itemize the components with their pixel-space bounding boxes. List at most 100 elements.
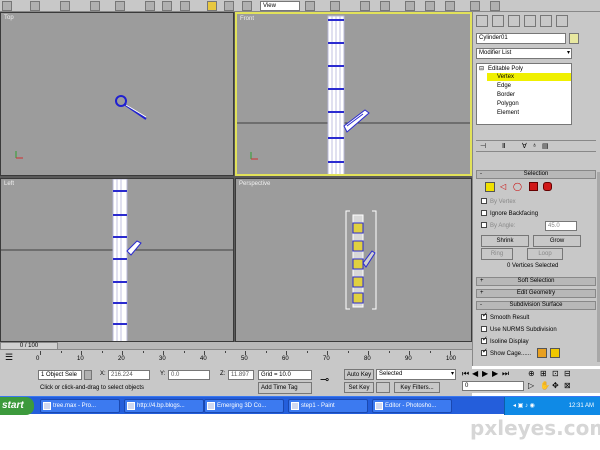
tray-icons[interactable]: ◂ ▣ ♪ ◉ bbox=[513, 397, 535, 415]
rollout-selection[interactable]: - Selection bbox=[476, 170, 596, 179]
viewport-front[interactable]: Front bbox=[235, 12, 472, 176]
mirror-icon[interactable] bbox=[360, 1, 370, 11]
vertex-mode-icon[interactable] bbox=[485, 182, 495, 192]
orbit-icon[interactable]: ✥ bbox=[552, 381, 559, 390]
smooth-result-checkbox[interactable]: Smooth Result bbox=[481, 312, 529, 322]
time-slider-thumb[interactable]: 0 / 100 bbox=[0, 342, 58, 350]
key-filters-button[interactable]: Key Filters... bbox=[394, 382, 440, 393]
next-frame-icon[interactable]: ▶ bbox=[492, 369, 498, 378]
stack-item-polygon[interactable]: Polygon bbox=[497, 100, 519, 108]
modify-tab-icon[interactable] bbox=[492, 15, 504, 27]
stack-item-vertex[interactable]: Vertex bbox=[497, 73, 514, 81]
create-tab-icon[interactable] bbox=[476, 15, 488, 27]
align-icon[interactable] bbox=[380, 1, 390, 11]
set-key-button[interactable]: Set Key bbox=[344, 382, 374, 393]
start-button[interactable]: start bbox=[0, 397, 34, 415]
region-select-icon[interactable] bbox=[180, 1, 190, 11]
previous-frame-icon[interactable]: ◀ bbox=[472, 369, 478, 378]
stack-root[interactable]: Editable Poly bbox=[488, 65, 523, 73]
undo-icon[interactable] bbox=[2, 1, 12, 11]
pin-stack-icon[interactable]: ⊣ bbox=[480, 142, 486, 150]
expand-icon[interactable]: ⊟ bbox=[479, 65, 484, 73]
hierarchy-tab-icon[interactable] bbox=[508, 15, 520, 27]
zoom-icon[interactable]: ⊕ bbox=[528, 369, 535, 378]
scale-icon[interactable] bbox=[242, 1, 252, 11]
redo-icon[interactable] bbox=[30, 1, 40, 11]
viewport-top[interactable]: Top bbox=[0, 12, 234, 176]
motion-tab-icon[interactable] bbox=[524, 15, 536, 27]
pan-icon[interactable]: ✋ bbox=[540, 381, 550, 390]
zoom-all-icon[interactable]: ⊞ bbox=[540, 369, 547, 378]
track-bar-ruler[interactable]: 0 10 20 30 40 50 60 70 80 90 100 bbox=[30, 351, 470, 365]
viewport-perspective[interactable]: Perspective bbox=[235, 178, 472, 342]
shrink-button[interactable]: Shrink bbox=[481, 235, 529, 247]
set-key-icon[interactable] bbox=[376, 382, 390, 393]
render-setup-icon[interactable] bbox=[470, 1, 480, 11]
stack-item-border[interactable]: Border bbox=[497, 91, 515, 99]
ring-button[interactable]: Ring bbox=[481, 248, 513, 260]
angle-spinner[interactable]: 45.0 bbox=[545, 221, 577, 231]
element-mode-icon[interactable] bbox=[543, 182, 552, 191]
by-vertex-checkbox[interactable]: By Vertex bbox=[481, 198, 516, 206]
task-button-4[interactable]: step1 - Paint bbox=[288, 399, 368, 413]
curve-editor-icon[interactable] bbox=[405, 1, 415, 11]
grow-button[interactable]: Grow bbox=[533, 235, 581, 247]
material-editor-icon[interactable] bbox=[445, 1, 455, 11]
play-icon[interactable]: ▶ bbox=[482, 369, 488, 378]
go-to-start-icon[interactable]: ⏮ bbox=[462, 369, 469, 379]
edge-mode-icon[interactable]: ◁ bbox=[500, 182, 510, 192]
by-angle-checkbox[interactable]: By Angle: bbox=[481, 222, 515, 230]
loop-button[interactable]: Loop bbox=[527, 248, 563, 260]
rollout-soft-selection[interactable]: + Soft Selection bbox=[476, 277, 596, 286]
render-icon[interactable] bbox=[490, 1, 500, 11]
show-end-result-icon[interactable]: Ⅱ bbox=[502, 142, 505, 150]
auto-key-button[interactable]: Auto Key bbox=[344, 369, 374, 380]
time-slider-track[interactable]: 0 / 100 bbox=[0, 342, 472, 350]
current-frame-field[interactable]: 0 bbox=[462, 381, 524, 391]
object-color-swatch[interactable] bbox=[569, 33, 579, 44]
schematic-icon[interactable] bbox=[425, 1, 435, 11]
rollout-edit-geometry[interactable]: + Edit Geometry bbox=[476, 289, 596, 298]
cage-color-swatch-2[interactable] bbox=[550, 348, 560, 358]
make-unique-icon[interactable]: ∀ bbox=[522, 142, 527, 150]
zoom-extents-all-icon[interactable]: ⊟ bbox=[564, 369, 571, 378]
task-button-2[interactable]: http://4.bp.blogs... bbox=[124, 399, 204, 413]
add-time-tag-button[interactable]: Add Time Tag bbox=[258, 382, 312, 394]
unlink-icon[interactable] bbox=[90, 1, 100, 11]
snap-icon[interactable] bbox=[330, 1, 340, 11]
key-icon[interactable]: ⊸ bbox=[320, 373, 342, 387]
isoline-display-checkbox[interactable]: Isoline Display bbox=[481, 336, 529, 346]
clock[interactable]: 12:31 AM bbox=[569, 403, 594, 409]
track-bar-menu-icon[interactable]: ☰ bbox=[0, 351, 18, 363]
field-of-view-icon[interactable]: ▷ bbox=[528, 381, 534, 390]
z-coord-field[interactable]: 11.897 bbox=[228, 370, 254, 380]
object-name-field[interactable]: Cylinder01 bbox=[476, 33, 566, 44]
use-nurms-checkbox[interactable]: Use NURMS Subdivision bbox=[481, 326, 557, 334]
task-button-1[interactable]: tree.max - Pro... bbox=[40, 399, 120, 413]
bind-icon[interactable] bbox=[115, 1, 125, 11]
rotate-icon[interactable] bbox=[224, 1, 234, 11]
stack-item-edge[interactable]: Edge bbox=[497, 82, 511, 90]
show-cage-checkbox[interactable]: Show Cage...... bbox=[481, 348, 531, 358]
task-button-5[interactable]: Editor - Photosho... bbox=[372, 399, 452, 413]
rollout-subdivision-surface[interactable]: - Subdivision Surface bbox=[476, 301, 596, 310]
maximize-viewport-icon[interactable]: ⊠ bbox=[564, 381, 571, 390]
configure-sets-icon[interactable]: ▤ bbox=[542, 142, 549, 150]
border-mode-icon[interactable]: ◯ bbox=[513, 182, 523, 192]
link-icon[interactable] bbox=[60, 1, 70, 11]
go-to-end-icon[interactable]: ⏭ bbox=[502, 369, 509, 379]
zoom-extents-icon[interactable]: ⊡ bbox=[552, 369, 559, 378]
select-icon[interactable] bbox=[145, 1, 155, 11]
cage-color-swatch-1[interactable] bbox=[537, 348, 547, 358]
pivot-icon[interactable] bbox=[305, 1, 315, 11]
y-coord-field[interactable]: 0.0 bbox=[168, 370, 210, 380]
x-coord-field[interactable]: 216.224 bbox=[108, 370, 150, 380]
reference-coord-dropdown[interactable]: View bbox=[260, 1, 300, 11]
remove-modifier-icon[interactable]: ♁ bbox=[532, 142, 537, 149]
viewport-left[interactable]: Left bbox=[0, 178, 234, 342]
ignore-backfacing-checkbox[interactable]: Ignore Backfacing bbox=[481, 210, 538, 218]
select-by-name-icon[interactable] bbox=[162, 1, 172, 11]
task-button-3[interactable]: Emerging 3D Co... bbox=[204, 399, 284, 413]
stack-item-element[interactable]: Element bbox=[497, 109, 519, 117]
lock-selection-icon[interactable] bbox=[84, 370, 92, 380]
